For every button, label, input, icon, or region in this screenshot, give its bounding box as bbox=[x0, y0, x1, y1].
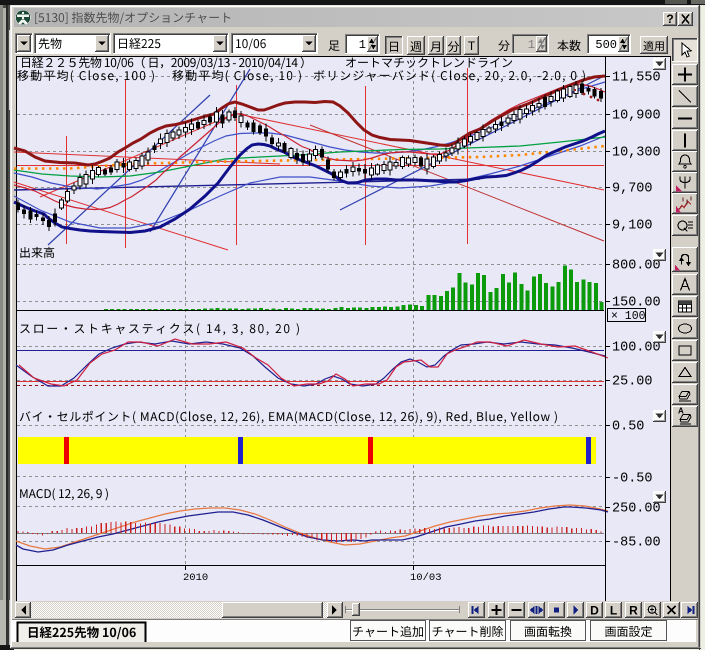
svg-text:1: 1 bbox=[528, 38, 535, 52]
svg-text:2010: 2010 bbox=[183, 572, 208, 584]
svg-text:A: A bbox=[678, 407, 684, 416]
svg-text:9,700: 9,700 bbox=[612, 182, 653, 197]
svg-text:500: 500 bbox=[595, 38, 617, 52]
svg-text:-0.50: -0.50 bbox=[612, 472, 653, 487]
svg-text:?: ? bbox=[666, 12, 673, 26]
svg-text:10,900: 10,900 bbox=[612, 109, 661, 124]
svg-text:25.00: 25.00 bbox=[612, 375, 653, 390]
svg-text:250.00: 250.00 bbox=[612, 502, 661, 517]
svg-text:9,100: 9,100 bbox=[612, 219, 653, 234]
svg-text:D: D bbox=[590, 604, 599, 618]
svg-text:10/03: 10/03 bbox=[410, 572, 442, 584]
svg-text:T: T bbox=[468, 39, 476, 53]
svg-text:0.50: 0.50 bbox=[612, 420, 644, 435]
svg-text:R: R bbox=[629, 604, 638, 618]
svg-text:-85.00: -85.00 bbox=[612, 536, 661, 551]
svg-text:1: 1 bbox=[359, 38, 366, 52]
svg-text:10,300: 10,300 bbox=[612, 146, 661, 161]
svg-text:× 100: × 100 bbox=[611, 310, 646, 323]
svg-text:L: L bbox=[610, 604, 617, 618]
svg-text:11,550: 11,550 bbox=[612, 71, 661, 86]
